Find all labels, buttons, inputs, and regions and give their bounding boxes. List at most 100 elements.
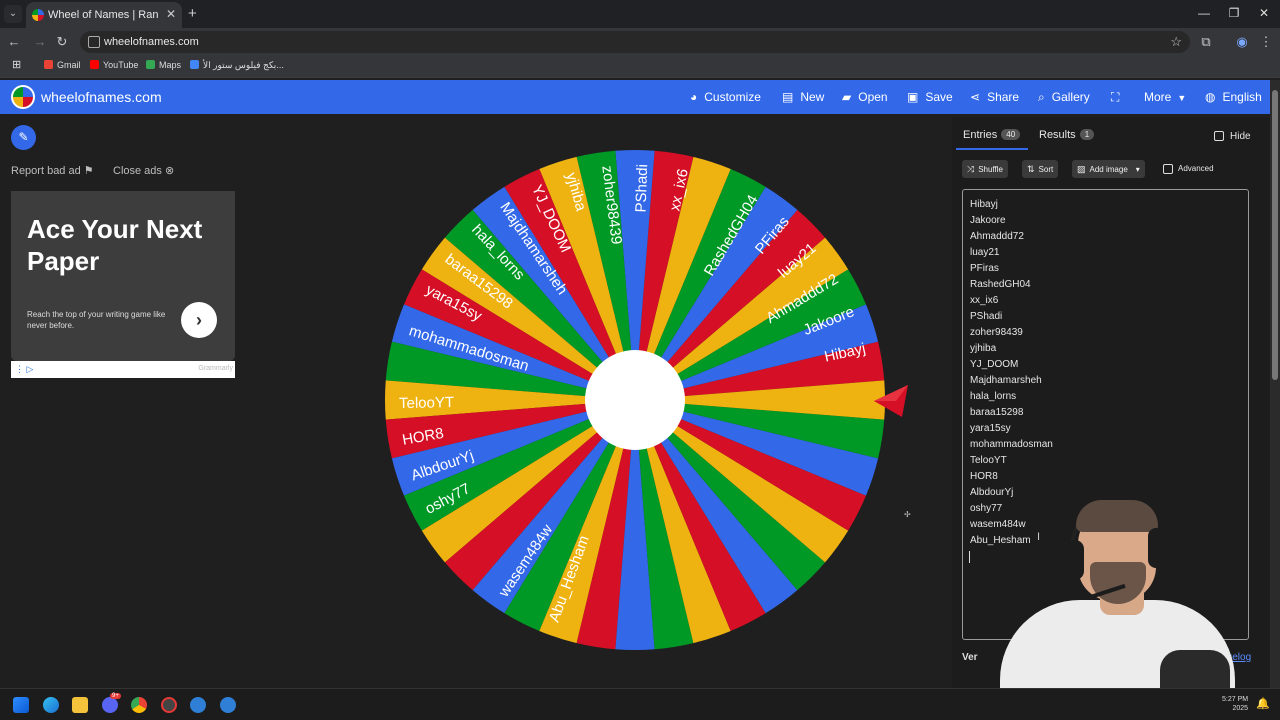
site-brand[interactable]: wheelofnames.com	[41, 89, 162, 105]
tab-search-button[interactable]: ⌄	[4, 5, 22, 23]
bookmark-store[interactable]: بكج فيلوس ستور الأ...	[190, 60, 284, 71]
ad-footer: ⋮ ▷ Grammarly	[11, 361, 235, 378]
discord-icon[interactable]	[102, 697, 118, 713]
tab-results[interactable]: Results 1	[1039, 129, 1095, 141]
sort-button[interactable]: ⇅ Sort	[1022, 160, 1059, 178]
forward-icon[interactable]: →	[32, 34, 48, 49]
app-icon-2[interactable]	[220, 697, 236, 713]
results-count-badge: 1	[1079, 129, 1095, 140]
extensions-icon[interactable]: ⧉	[1198, 34, 1214, 50]
back-icon[interactable]: ←	[6, 34, 22, 49]
wheel-center-hub[interactable]	[585, 350, 685, 450]
chevron-right-icon: ›	[196, 310, 202, 330]
save-button[interactable]: ▣ Save	[907, 90, 953, 104]
site-info-icon[interactable]	[88, 36, 100, 48]
entry-item: yara15sy	[970, 423, 1011, 434]
folder-icon: ▰	[842, 90, 852, 104]
reload-icon[interactable]: ↻	[54, 34, 70, 50]
minimize-icon[interactable]: —	[1194, 6, 1214, 20]
taskbar-clock[interactable]: 5:27 PM 2025	[1222, 695, 1248, 713]
language-button[interactable]: ◍ English	[1205, 90, 1262, 104]
spinning-wheel[interactable]: Hibayj Jakoore Ahmaddd72 luay21 PFiras Rashed…	[382, 147, 888, 653]
restore-icon[interactable]: ❐	[1224, 6, 1244, 20]
bookmark-star-icon[interactable]: ☆	[1170, 34, 1182, 50]
ad-choices-icon[interactable]: ⋮ ▷	[15, 364, 33, 375]
ad-arrow-button[interactable]: ›	[181, 302, 217, 338]
active-tab-indicator	[956, 148, 1028, 150]
share-button[interactable]: ⋖ Share	[970, 90, 1019, 104]
flag-icon: ⚑	[83, 165, 94, 177]
entries-count-badge: 40	[1001, 129, 1021, 140]
bookmark-youtube[interactable]: YouTube	[90, 60, 138, 70]
gallery-button[interactable]: ⌕ Gallery	[1038, 90, 1090, 105]
entry-item: mohammadosman	[970, 439, 1053, 450]
entry-item: xx_ix6	[970, 295, 999, 306]
entry-item: hala_lorns	[970, 391, 1017, 402]
fullscreen-icon: ⛶	[1111, 90, 1120, 104]
entry-item: Ahmaddd72	[970, 231, 1024, 242]
file-explorer-icon[interactable]	[72, 697, 88, 713]
edit-pencil-button[interactable]: ✎	[11, 125, 36, 150]
address-bar-row: ← → ↻ wheelofnames.com ☆ ⧉ ◉ ⋮	[0, 28, 1280, 56]
hide-checkbox[interactable]	[1214, 131, 1224, 141]
apps-grid-icon[interactable]: ⊞	[12, 58, 21, 71]
search-icon: ⌕	[1038, 90, 1045, 104]
close-tab-icon[interactable]: ✕	[166, 7, 176, 21]
headset-left-cup	[1066, 540, 1084, 580]
text-caret	[969, 551, 970, 563]
app-icon[interactable]	[190, 697, 206, 713]
hide-label: Hide	[1230, 131, 1251, 142]
scrollbar-thumb[interactable]	[1272, 90, 1278, 380]
add-image-button[interactable]: ▨ Add image ▾	[1072, 160, 1145, 178]
entry-item: PShadi	[970, 311, 1003, 322]
browser-tab[interactable]: Wheel of Names | Random name ✕	[26, 2, 182, 28]
wheel-logo-icon[interactable]	[11, 85, 35, 109]
bookmark-gmail[interactable]: Gmail	[44, 60, 81, 70]
close-ads-link[interactable]: Close ads ⊗	[113, 164, 174, 177]
ad-banner[interactable]: Ace Your Next Paper Reach the top of you…	[11, 191, 235, 361]
entry-item: Majdhamarsheh	[970, 375, 1042, 386]
url-omnibox[interactable]: wheelofnames.com ☆	[80, 31, 1190, 53]
url-text: wheelofnames.com	[104, 36, 199, 48]
edge-icon[interactable]	[43, 697, 59, 713]
save-icon: ▣	[907, 90, 919, 104]
new-tab-icon[interactable]: +	[188, 5, 197, 22]
text-cursor-icon: I	[1037, 531, 1041, 543]
windows-start-icon[interactable]	[13, 697, 29, 713]
browser-tab-bar: ⌄ Wheel of Names | Random name ✕ + — ❐ ✕	[0, 0, 1280, 28]
customize-button[interactable]: ◕ Customize	[690, 90, 761, 104]
fullscreen-button[interactable]: ⛶	[1111, 90, 1126, 105]
chrome-menu-icon[interactable]: ⋮	[1258, 34, 1274, 50]
close-circle-icon: ⊗	[164, 165, 175, 177]
notification-bell-icon[interactable]: 🔔	[1256, 697, 1270, 710]
tab-entries[interactable]: Entries 40	[963, 129, 1021, 141]
chrome-icon[interactable]	[131, 697, 147, 713]
maps-icon	[146, 60, 155, 69]
window-close-icon[interactable]: ✕	[1254, 6, 1274, 20]
doc-icon	[190, 60, 199, 69]
open-button[interactable]: ▰ Open	[842, 90, 888, 104]
report-bad-ad-link[interactable]: Report bad ad ⚑	[11, 164, 94, 177]
windows-taskbar: 9+ 5:27 PM 2025 🔔	[0, 688, 1280, 720]
obs-icon[interactable]	[161, 697, 177, 713]
file-icon: ▤	[782, 90, 794, 104]
ad-text: Reach the top of your writing game like …	[27, 310, 166, 330]
bookmark-maps[interactable]: Maps	[146, 60, 181, 70]
entry-item: yjhiba	[970, 343, 997, 354]
page-scrollbar[interactable]	[1270, 80, 1280, 688]
advanced-checkbox[interactable]	[1163, 164, 1173, 174]
version-label: Ver	[962, 652, 978, 663]
entry-item: Hibayj	[970, 199, 998, 210]
youtube-icon	[90, 60, 99, 69]
entry-item: TelooYT	[970, 455, 1007, 466]
profile-icon[interactable]: ◉	[1234, 34, 1250, 50]
more-button[interactable]: More ▼	[1144, 90, 1186, 104]
ad-title: Ace Your Next Paper	[27, 214, 203, 276]
entry-item: wasem484w	[970, 519, 1026, 530]
globe-icon: ◍	[1205, 90, 1216, 104]
headset-right-cup	[1148, 528, 1164, 568]
shuffle-button[interactable]: ⤨ Shuffle	[962, 160, 1008, 178]
wheel-graphic[interactable]: HibayjJakooreAhmaddd72luay21PFirasRashed…	[382, 147, 888, 653]
new-button[interactable]: ▤ New	[782, 90, 824, 104]
chevron-down-icon: ▾	[1135, 165, 1140, 174]
